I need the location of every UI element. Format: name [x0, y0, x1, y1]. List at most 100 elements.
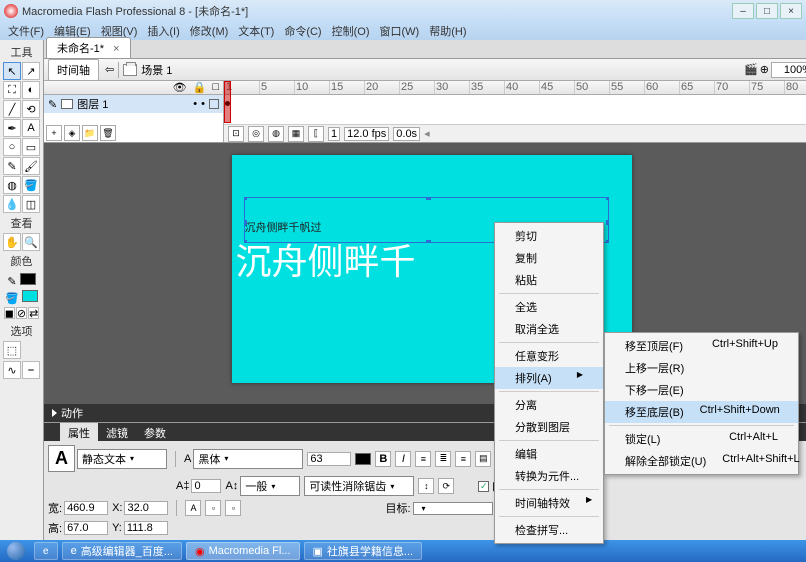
- menu-edit[interactable]: 编辑: [495, 443, 603, 465]
- align-justify-icon[interactable]: ▤: [475, 451, 491, 467]
- smooth-option[interactable]: ∿: [3, 361, 21, 379]
- menu-commands[interactable]: 命令(C): [280, 23, 325, 39]
- align-center-icon[interactable]: ≣: [435, 451, 451, 467]
- minimize-button[interactable]: –: [732, 3, 754, 19]
- autokern-checkbox[interactable]: ✓: [478, 481, 489, 492]
- menu-insert[interactable]: 插入(I): [143, 23, 183, 39]
- text-color[interactable]: [355, 453, 371, 465]
- eyedropper-tool[interactable]: 💧: [3, 195, 21, 213]
- zoom-tool[interactable]: 🔍: [22, 233, 40, 251]
- y-field[interactable]: 111.8: [124, 521, 168, 535]
- tab-properties[interactable]: 属性: [60, 423, 98, 441]
- tab-close-icon[interactable]: ×: [113, 43, 119, 55]
- taskbar-ie[interactable]: e高级编辑器_百度...: [62, 542, 182, 560]
- taskbar-ie-pinned[interactable]: e: [34, 542, 58, 560]
- edit-scene-icon[interactable]: 🎬: [744, 63, 758, 76]
- menu-modify[interactable]: 修改(M): [186, 23, 233, 39]
- add-guide-icon[interactable]: ◈: [64, 125, 80, 141]
- menu-help[interactable]: 帮助(H): [425, 23, 470, 39]
- fill-color[interactable]: 🪣: [4, 290, 39, 305]
- submenu-up-one[interactable]: 上移一层(R): [605, 357, 798, 379]
- text-type-select[interactable]: 静态文本: [77, 449, 167, 469]
- menu-break[interactable]: 分离: [495, 394, 603, 416]
- line-tool[interactable]: ╱: [3, 100, 21, 118]
- onion-skin-icon[interactable]: ◎: [248, 126, 264, 142]
- outline-sq[interactable]: [209, 99, 219, 109]
- menu-convert-symbol[interactable]: 转换为元件...: [495, 465, 603, 487]
- align-right-icon[interactable]: ≡: [455, 451, 471, 467]
- menu-cut[interactable]: 剪切: [495, 225, 603, 247]
- close-button[interactable]: ×: [780, 3, 802, 19]
- italic-button[interactable]: I: [395, 451, 411, 467]
- edit-symbol-icon[interactable]: ⊕: [760, 63, 769, 76]
- taskbar-flash[interactable]: ◉Macromedia Fl...: [186, 542, 300, 560]
- eraser-tool[interactable]: ◫: [22, 195, 40, 213]
- onion-markers-icon[interactable]: ⟦: [308, 126, 324, 142]
- superscript-icon[interactable]: ▫: [205, 500, 221, 516]
- start-button[interactable]: [0, 540, 32, 562]
- submenu-unlock-all[interactable]: 解除全部锁定(U)Ctrl+Alt+Shift+L: [605, 450, 798, 472]
- selection-handle[interactable]: [426, 197, 431, 200]
- selection-tool[interactable]: ↖: [3, 62, 21, 80]
- timeline-button[interactable]: 时间轴: [48, 59, 99, 81]
- frame-row[interactable]: [224, 95, 806, 113]
- menu-distribute-layers[interactable]: 分散到图层: [495, 416, 603, 438]
- x-field[interactable]: 32.0: [124, 501, 168, 515]
- pencil-tool[interactable]: ✎: [3, 157, 21, 175]
- gradient-tool[interactable]: ◐: [22, 81, 40, 99]
- menu-file[interactable]: 文件(F): [4, 23, 48, 39]
- inkbottle-tool[interactable]: ◍: [3, 176, 21, 194]
- free-transform-tool[interactable]: ⛶: [3, 81, 21, 99]
- selection-handle[interactable]: [244, 240, 247, 243]
- selection-handle[interactable]: [606, 197, 609, 200]
- font-size[interactable]: 63: [307, 452, 351, 466]
- selection-handle[interactable]: [244, 197, 247, 200]
- menu-check-spelling[interactable]: 检查拼写...: [495, 519, 603, 541]
- scene-label[interactable]: 场景 1: [141, 62, 172, 78]
- vis-dot[interactable]: •: [193, 98, 197, 110]
- back-icon[interactable]: ⇦: [105, 63, 114, 76]
- frame-ruler[interactable]: 15101520253035404550556065707580: [224, 81, 806, 95]
- tracking-field[interactable]: 0: [191, 479, 221, 493]
- lasso-tool[interactable]: ⟲: [22, 100, 40, 118]
- hand-tool[interactable]: ✋: [3, 233, 21, 251]
- orient-icon[interactable]: ↕: [418, 478, 434, 494]
- layer-row[interactable]: ✎ 图层 1 • •: [44, 95, 223, 113]
- brush-tool[interactable]: 🖌: [22, 157, 40, 175]
- menu-arrange[interactable]: 排列(A)▶: [495, 367, 603, 389]
- delete-layer-icon[interactable]: 🗑: [100, 125, 116, 141]
- width-field[interactable]: 460.9: [64, 501, 108, 515]
- edit-multiple-icon[interactable]: ▦: [288, 126, 304, 142]
- aa-mode-select[interactable]: 可读性消除锯齿: [304, 476, 414, 496]
- visibility-icon[interactable]: 👁: [173, 81, 187, 94]
- stroke-color[interactable]: ✎: [4, 273, 39, 288]
- submenu-down-one[interactable]: 下移一层(E): [605, 379, 798, 401]
- straight-option[interactable]: ⎯: [22, 361, 40, 379]
- oval-tool[interactable]: ○: [3, 138, 21, 156]
- text-tool[interactable]: A: [22, 119, 40, 137]
- document-tab[interactable]: 未命名-1* ×: [46, 37, 131, 58]
- pen-tool[interactable]: ✒: [3, 119, 21, 137]
- maximize-button[interactable]: □: [756, 3, 778, 19]
- rect-tool[interactable]: ▭: [22, 138, 40, 156]
- aa-normal-select[interactable]: 一般: [240, 476, 300, 496]
- paintbucket-tool[interactable]: 🪣: [22, 176, 40, 194]
- menu-window[interactable]: 窗口(W): [376, 23, 424, 39]
- bold-button[interactable]: B: [375, 451, 391, 467]
- selection-handle[interactable]: [606, 240, 609, 243]
- playhead[interactable]: [224, 81, 231, 123]
- tab-params[interactable]: 参数: [136, 423, 174, 441]
- rotate-icon[interactable]: ⟳: [438, 478, 454, 494]
- tab-filters[interactable]: 滤镜: [98, 423, 136, 441]
- lock-header-icon[interactable]: 🔒: [193, 81, 207, 94]
- menu-select-all[interactable]: 全选: [495, 296, 603, 318]
- selectable-icon[interactable]: A: [185, 500, 201, 516]
- add-layer-icon[interactable]: +: [46, 125, 62, 141]
- height-field[interactable]: 67.0: [64, 521, 108, 535]
- selection-handle[interactable]: [606, 220, 609, 225]
- taskbar-other[interactable]: ▣社旗县学籍信息...: [304, 542, 423, 560]
- nocolor-icon[interactable]: ⊘: [16, 307, 27, 319]
- menu-paste[interactable]: 粘贴: [495, 269, 603, 291]
- selection-handle[interactable]: [426, 240, 431, 243]
- subselect-tool[interactable]: ↗: [22, 62, 40, 80]
